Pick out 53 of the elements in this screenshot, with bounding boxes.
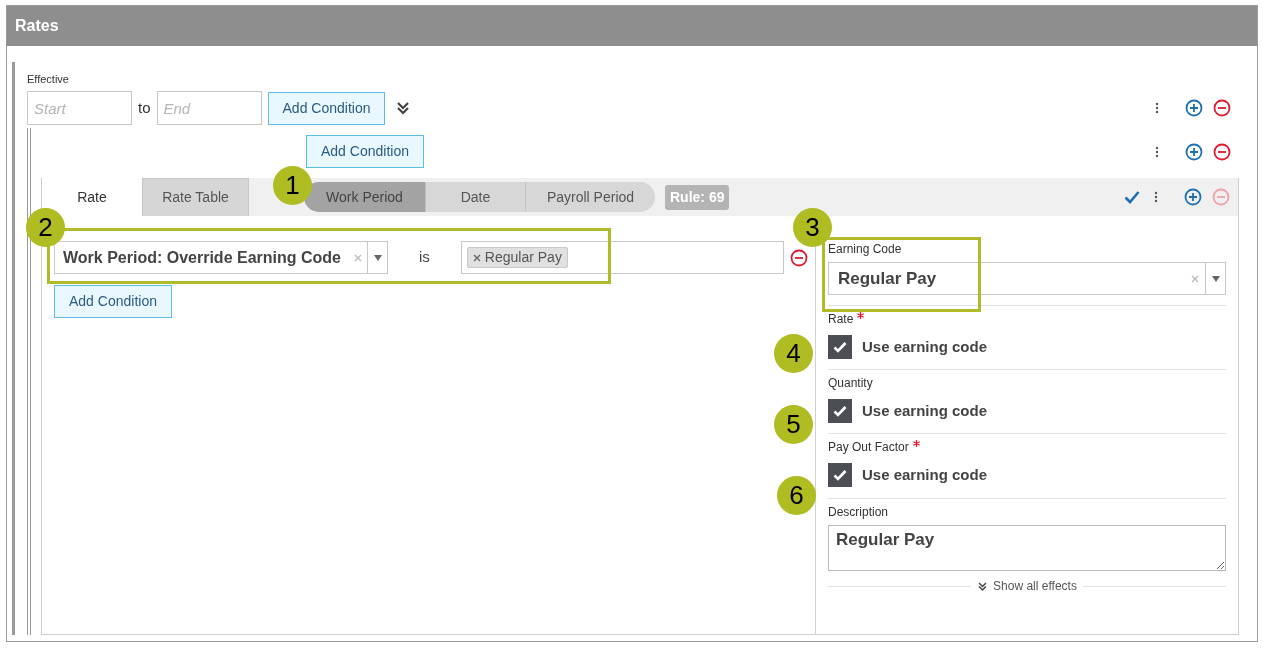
remove-icon[interactable] <box>1213 99 1231 117</box>
field-label: Rate <box>828 312 854 326</box>
description-field[interactable]: Regular Pay <box>828 525 1226 571</box>
period-toggle-option[interactable]: Work Period <box>304 182 425 212</box>
earning-code-select[interactable]: Regular Pay <box>828 262 1226 295</box>
end-date-field[interactable]: End <box>156 91 262 125</box>
section-title: Rates <box>15 16 59 36</box>
remove-icon[interactable] <box>1213 142 1231 161</box>
double-chevron-down-icon[interactable] <box>977 580 989 592</box>
period-toggle-option[interactable]: Payroll Period <box>525 182 655 212</box>
checkbox[interactable] <box>828 463 852 487</box>
callout-number: 4 <box>774 334 813 373</box>
field-label: Description <box>828 505 890 519</box>
field-label: Effective <box>27 72 70 86</box>
more-options-icon[interactable] <box>1155 145 1159 158</box>
dropdown-caret-icon[interactable] <box>373 254 382 261</box>
add-condition-button[interactable]: Add Condition <box>306 135 424 168</box>
value-tag[interactable]: Regular Pay <box>466 247 568 268</box>
checkbox[interactable] <box>828 335 852 359</box>
checkbox-label: Use earning code <box>862 464 988 485</box>
start-date-field[interactable]: Start <box>27 91 132 125</box>
checkbox-label: Use earning code <box>862 400 988 421</box>
dropdown-caret-icon[interactable] <box>1211 275 1220 282</box>
clear-icon[interactable] <box>472 253 481 262</box>
add-icon[interactable] <box>1185 142 1203 161</box>
checkmark-icon <box>833 405 847 417</box>
add-icon[interactable] <box>1185 99 1203 117</box>
tab[interactable]: Rate <box>42 178 142 216</box>
checkmark-icon[interactable] <box>1124 190 1140 204</box>
checkmark-icon <box>833 341 847 353</box>
checkbox-label: Use earning code <box>862 336 988 357</box>
more-options-icon[interactable] <box>1155 102 1159 114</box>
add-condition-button[interactable]: Add Condition <box>54 285 172 318</box>
field-label: Pay Out Factor <box>828 440 909 454</box>
condition-operator: is <box>419 247 430 268</box>
range-separator: to <box>138 97 151 118</box>
add-condition-button[interactable]: Add Condition <box>267 91 386 125</box>
callout-number: 6 <box>777 476 816 515</box>
field-label: Quantity <box>828 376 873 390</box>
checkbox[interactable] <box>828 399 852 423</box>
period-toggle-option[interactable]: Date <box>425 182 525 212</box>
tab[interactable]: Rate Table <box>142 178 249 216</box>
callout-number: 5 <box>774 405 813 444</box>
rule-badge: Rule: 69 <box>665 184 730 210</box>
show-all-effects-link[interactable]: Show all effects <box>977 577 1077 595</box>
double-chevron-down-icon[interactable] <box>395 100 412 116</box>
checkmark-icon <box>833 469 847 481</box>
condition-field-select[interactable]: Work Period: Override Earning Code <box>54 241 388 274</box>
more-options-icon[interactable] <box>1154 191 1158 203</box>
remove-icon[interactable] <box>789 248 808 267</box>
condition-value-field[interactable]: Regular Pay <box>460 241 784 274</box>
add-icon[interactable] <box>1184 188 1202 206</box>
callout-number: 2 <box>26 208 65 247</box>
